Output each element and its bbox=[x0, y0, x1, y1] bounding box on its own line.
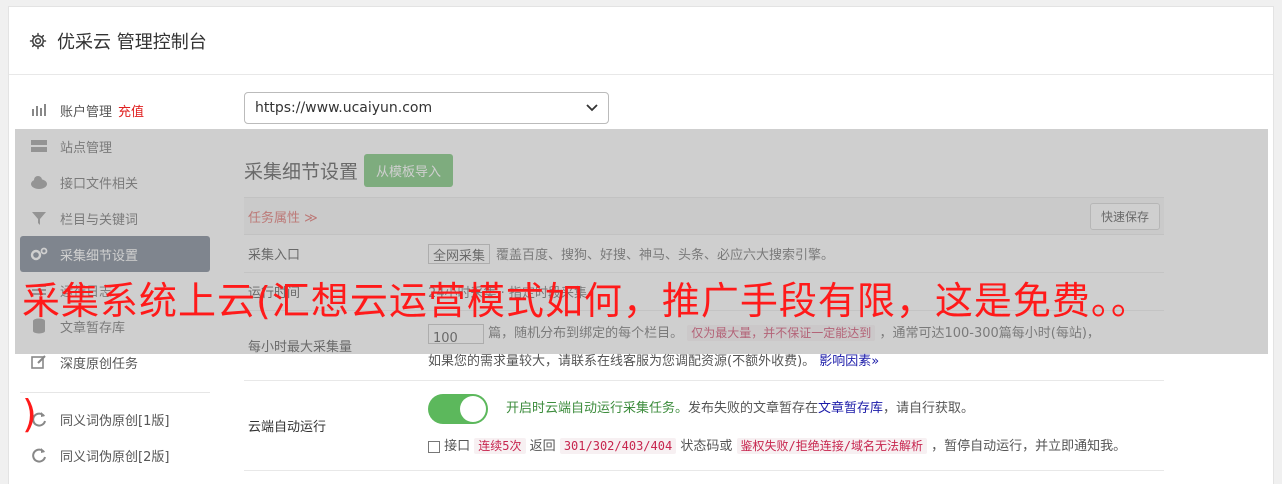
page-header: 优采云 管理控制台 bbox=[9, 7, 1273, 75]
edit-icon bbox=[30, 353, 48, 371]
factors-link[interactable]: 影响因素» bbox=[819, 354, 879, 369]
sidebar-divider bbox=[20, 392, 210, 393]
status-codes-tag: 301/302/403/404 bbox=[559, 438, 677, 454]
cloud-run-text5: ，暂停自动运行，并立即通知我。 bbox=[931, 439, 1127, 454]
consecutive-tag: 连续5次 bbox=[474, 438, 526, 454]
bar-chart-icon bbox=[30, 101, 48, 119]
cloud-run-text3: 返回 bbox=[529, 439, 556, 454]
overlay-paren-text: ) bbox=[22, 392, 37, 436]
sidebar-item-label: 同义词伪原创[2版] bbox=[60, 449, 170, 465]
cb-label: 接口 bbox=[444, 439, 471, 454]
sidebar-item-synonym-v2[interactable]: 同义词伪原创[2版] bbox=[20, 437, 210, 473]
site-select-value: https://www.ucaiyun.com bbox=[255, 100, 433, 116]
recharge-link[interactable]: 充值 bbox=[118, 101, 144, 120]
sidebar-item-label: 账户管理 bbox=[60, 104, 113, 120]
cloud-run-toggle[interactable] bbox=[428, 394, 488, 424]
refresh-icon bbox=[30, 446, 48, 464]
sidebar-item-label: 深度原创任务 bbox=[60, 356, 139, 372]
cloud-run-text1: 发布失败的文章暂存在 bbox=[688, 401, 819, 416]
auth-fail-tag: 鉴权失败/拒绝连接/域名无法解析 bbox=[736, 438, 927, 454]
sidebar-item-label: 同义词伪原创[1版] bbox=[60, 413, 170, 429]
sidebar-item-synonym-v1[interactable]: 同义词伪原创[1版] bbox=[20, 401, 210, 437]
pause-notify-checkbox[interactable] bbox=[428, 440, 440, 453]
cloud-run-status: 开启时云端自动运行采集任务。 bbox=[506, 401, 689, 416]
cloud-run-text4: 状态码或 bbox=[680, 439, 733, 454]
row-cloud-run: 云端自动运行 开启时云端自动运行采集任务。 发布失败的文章暂存在 文章暂存库 ，… bbox=[244, 381, 1164, 471]
sidebar-item-account[interactable]: 账户管理 充值 bbox=[20, 92, 210, 128]
chevron-down-icon bbox=[586, 100, 598, 116]
site-select[interactable]: https://www.ucaiyun.com bbox=[244, 92, 609, 124]
overlay-banner-text: 采集系统上云(汇想云运营模式如何，推广手段有限，这是免费。。 bbox=[22, 279, 1150, 323]
row-label: 云端自动运行 bbox=[248, 420, 327, 435]
cloud-run-text2: ，请自行获取。 bbox=[883, 401, 975, 416]
page-title: 优采云 管理控制台 bbox=[57, 31, 207, 53]
contact-text: 如果您的需求量较大，请联系在线客服为您调配资源(不额外收费)。 bbox=[428, 354, 816, 369]
gear-icon bbox=[29, 32, 47, 50]
article-store-link[interactable]: 文章暂存库 bbox=[818, 394, 883, 424]
